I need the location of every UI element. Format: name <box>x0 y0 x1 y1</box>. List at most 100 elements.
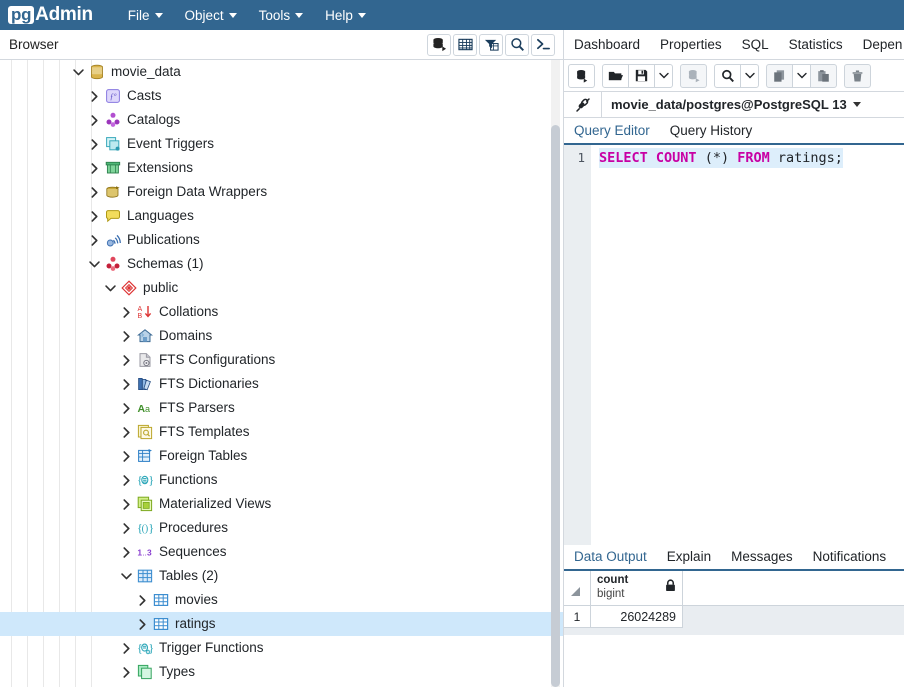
object-browser-tree[interactable]: movie_data ƒº Casts Catalogs Event Triggers E… <box>0 60 563 687</box>
sql-editor[interactable]: 1 SELECT COUNT (*) FROM ratings; <box>564 145 904 545</box>
tree-node-functions[interactable]: {} Functions <box>0 468 563 492</box>
copy-button[interactable] <box>766 63 793 88</box>
tab-dependencies[interactable]: Depen <box>853 31 904 59</box>
grid-cell-count[interactable]: 26024289 <box>591 606 683 628</box>
tree-node-label: Extensions <box>127 160 194 175</box>
tab-statistics[interactable]: Statistics <box>779 31 853 59</box>
menu-object[interactable]: Object <box>176 4 246 27</box>
tree-node-fts-dictionaries[interactable]: FTS Dictionaries <box>0 372 563 396</box>
table-row[interactable]: 1 26024289 <box>564 606 904 628</box>
paste-button[interactable] <box>810 63 837 88</box>
tree-node-trigger-functions[interactable]: {} Trigger Functions <box>0 636 563 660</box>
chevron-down-icon[interactable] <box>103 281 117 295</box>
tree-scrollbar-thumb[interactable] <box>551 125 560 687</box>
menu-tools[interactable]: Tools <box>250 4 313 27</box>
chevron-right-icon[interactable] <box>119 641 133 655</box>
tab-messages[interactable]: Messages <box>721 545 803 569</box>
chevron-right-icon[interactable] <box>87 209 101 223</box>
chevron-right-icon[interactable] <box>119 353 133 367</box>
chevron-right-icon[interactable] <box>119 377 133 391</box>
tree-node-publications[interactable]: Publications <box>0 228 563 252</box>
sequences-icon: 1.. 3 <box>136 544 153 561</box>
tab-sql[interactable]: SQL <box>732 31 779 59</box>
chevron-right-icon[interactable] <box>87 113 101 127</box>
tree-node-fts-parsers[interactable]: Aa FTS Parsers <box>0 396 563 420</box>
tree-node-collations[interactable]: A B Collations <box>0 300 563 324</box>
grid-select-all-corner[interactable] <box>564 571 591 606</box>
sql-token-plain: ratings; <box>769 150 843 166</box>
tree-node-extensions[interactable]: Extensions <box>0 156 563 180</box>
sql-code-line[interactable]: SELECT COUNT (*) FROM ratings; <box>599 148 843 168</box>
tree-node-domains[interactable]: Domains <box>0 324 563 348</box>
chevron-right-icon[interactable] <box>87 89 101 103</box>
chevron-right-icon[interactable] <box>135 593 149 607</box>
chevron-right-icon[interactable] <box>87 233 101 247</box>
psql-tool-button[interactable] <box>531 33 555 56</box>
save-dropdown-button[interactable] <box>654 63 673 88</box>
tab-query-history[interactable]: Query History <box>660 118 763 143</box>
chevron-right-icon[interactable] <box>87 185 101 199</box>
tree-node-foreign-tables[interactable]: Foreign Tables <box>0 444 563 468</box>
chevron-right-icon[interactable] <box>119 329 133 343</box>
chevron-right-icon[interactable] <box>119 305 133 319</box>
view-data-button[interactable] <box>453 33 477 56</box>
chevron-right-icon[interactable] <box>119 401 133 415</box>
chevron-down-icon[interactable] <box>119 569 133 583</box>
chevron-right-icon[interactable] <box>119 425 133 439</box>
tree-node-materialized-views[interactable]: Materialized Views <box>0 492 563 516</box>
filtered-rows-button[interactable] <box>479 33 503 56</box>
open-file-button[interactable] <box>602 63 629 88</box>
find-button[interactable] <box>714 63 741 88</box>
chevron-down-icon[interactable] <box>87 257 101 271</box>
open-connection-button[interactable] <box>568 63 595 88</box>
chevron-right-icon[interactable] <box>119 665 133 679</box>
connection-selector[interactable]: movie_data/postgres@PostgreSQL 13 <box>611 97 861 112</box>
tree-node-event-triggers[interactable]: Event Triggers <box>0 132 563 156</box>
find-dropdown-button[interactable] <box>740 63 759 88</box>
tree-node-catalogs[interactable]: Catalogs <box>0 108 563 132</box>
tree-node-tables-2[interactable]: Tables (2) <box>0 564 563 588</box>
tab-properties[interactable]: Properties <box>650 31 732 59</box>
chevron-right-icon[interactable] <box>87 137 101 151</box>
tree-node-schemas-1[interactable]: Schemas (1) <box>0 252 563 276</box>
tree-node-fts-configurations[interactable]: FTS Configurations <box>0 348 563 372</box>
connection-status[interactable] <box>564 92 602 117</box>
tree-node-movies[interactable]: movies <box>0 588 563 612</box>
grid-column-header[interactable]: count bigint <box>591 571 683 606</box>
edit-data-button[interactable] <box>680 63 707 88</box>
tree-node-foreign-data-wrappers[interactable]: Foreign Data Wrappers <box>0 180 563 204</box>
chevron-right-icon[interactable] <box>119 545 133 559</box>
delete-button[interactable] <box>844 63 871 88</box>
tree-node-types[interactable]: Types <box>0 660 563 684</box>
menu-file[interactable]: File <box>119 4 172 27</box>
tree-node-public[interactable]: public <box>0 276 563 300</box>
tree-node-fts-templates[interactable]: FTS Templates <box>0 420 563 444</box>
save-file-button[interactable] <box>628 63 655 88</box>
add-server-button[interactable] <box>427 33 451 56</box>
tree-node-languages[interactable]: Languages <box>0 204 563 228</box>
tree-node-movie-data[interactable]: movie_data <box>0 60 563 84</box>
chevron-right-icon[interactable] <box>119 497 133 511</box>
chevron-right-glyph <box>90 210 98 222</box>
menu-help[interactable]: Help <box>316 4 375 27</box>
chevron-right-glyph <box>122 642 130 654</box>
tab-dashboard[interactable]: Dashboard <box>564 31 650 59</box>
search-objects-button[interactable] <box>505 33 529 56</box>
chevron-right-icon[interactable] <box>119 521 133 535</box>
tree-node-sequences[interactable]: 1.. 3 Sequences <box>0 540 563 564</box>
chevron-right-icon[interactable] <box>119 473 133 487</box>
tab-notifications[interactable]: Notifications <box>803 545 897 569</box>
tab-query-editor[interactable]: Query Editor <box>564 118 660 143</box>
tree-node-procedures[interactable]: {}() Procedures <box>0 516 563 540</box>
chevron-right-icon[interactable] <box>135 617 149 631</box>
tab-explain[interactable]: Explain <box>657 545 721 569</box>
tree-node-casts[interactable]: ƒº Casts <box>0 84 563 108</box>
copy-dropdown-button[interactable] <box>792 63 811 88</box>
tree-node-ratings[interactable]: ratings <box>0 612 563 636</box>
chevron-down-icon[interactable] <box>71 65 85 79</box>
chevron-down-icon <box>154 12 163 18</box>
grid-header-filler <box>683 571 904 606</box>
chevron-right-icon[interactable] <box>119 449 133 463</box>
tab-data-output[interactable]: Data Output <box>564 545 657 569</box>
chevron-right-icon[interactable] <box>87 161 101 175</box>
